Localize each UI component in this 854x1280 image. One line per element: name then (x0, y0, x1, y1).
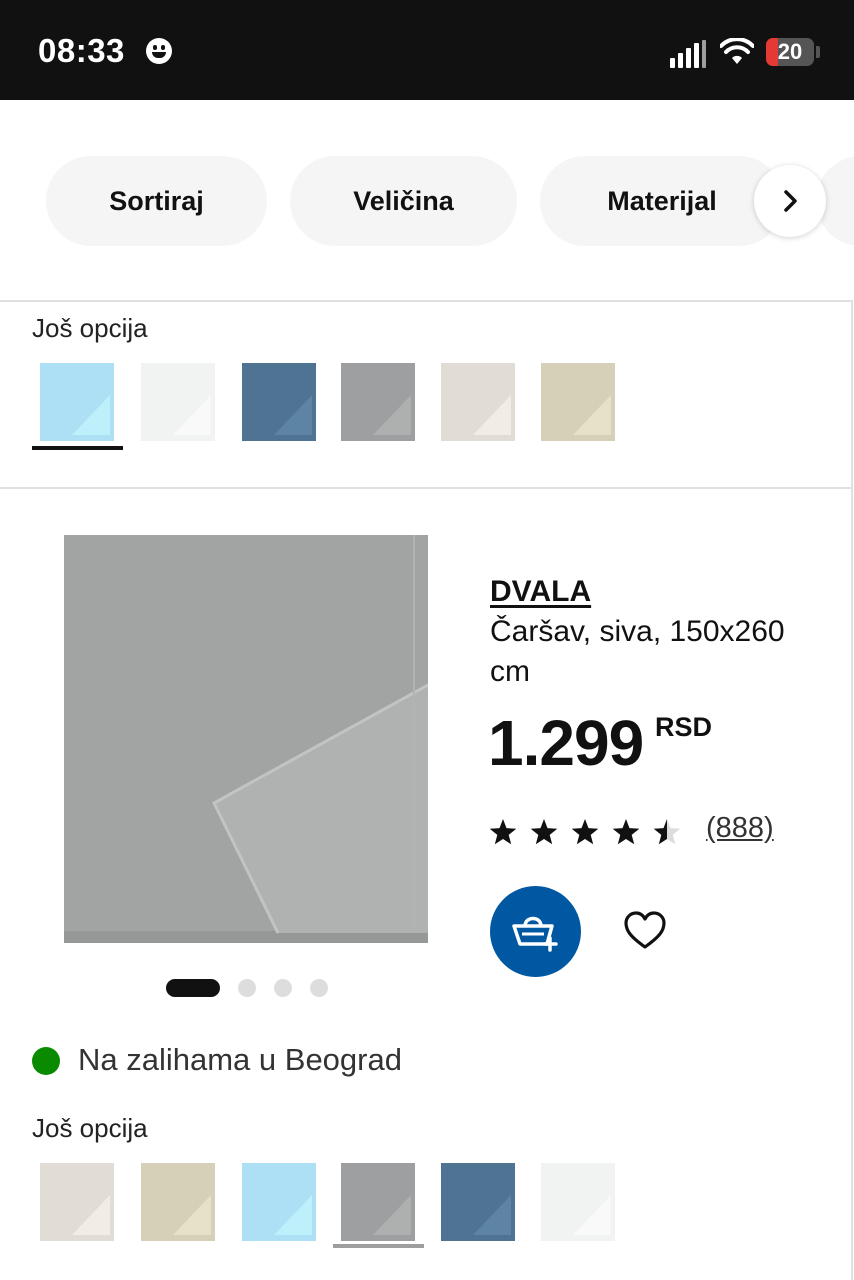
signal-icon (670, 40, 706, 68)
carousel-dot[interactable] (310, 979, 328, 997)
filter-size-button[interactable]: Veličina (290, 156, 517, 246)
color-swatch[interactable] (141, 1163, 215, 1241)
color-swatch[interactable] (441, 363, 515, 441)
carousel-dot[interactable] (166, 979, 220, 997)
divider (0, 487, 852, 489)
divider (0, 300, 852, 302)
heart-icon (624, 911, 666, 949)
swatch-fold (274, 1195, 312, 1235)
chevron-right-icon (784, 190, 797, 212)
color-swatch[interactable] (541, 1163, 615, 1241)
add-to-cart-button[interactable] (490, 886, 581, 977)
color-swatch[interactable] (341, 363, 415, 441)
star-icon (489, 819, 517, 845)
battery-icon: 20 (766, 38, 814, 66)
swatch-fold (473, 1195, 511, 1235)
more-options-label: Još opcija (32, 313, 148, 343)
color-swatch[interactable] (40, 363, 114, 441)
star-icon (612, 819, 640, 845)
stock-status-icon (32, 1047, 60, 1075)
swatch-fold (173, 1195, 211, 1235)
card-border (851, 300, 853, 1280)
review-count-link[interactable]: (888) (706, 812, 774, 845)
wifi-icon (720, 38, 754, 64)
swatch-fold (274, 395, 312, 435)
battery-tip (816, 46, 820, 58)
selected-swatch-indicator (333, 1244, 424, 1248)
swatch-fold (573, 1195, 611, 1235)
product-price: 1.299 (488, 707, 644, 779)
product-image[interactable] (64, 535, 428, 945)
swatch-fold (72, 1195, 110, 1235)
star-icon (530, 819, 558, 845)
product-name[interactable]: DVALA (490, 575, 591, 609)
selected-swatch-indicator (32, 446, 123, 450)
color-swatch[interactable] (242, 1163, 316, 1241)
color-swatch[interactable] (541, 363, 615, 441)
swatch-fold (373, 1195, 411, 1235)
product-description: Čaršav, siva, 150x260 cm (490, 615, 785, 688)
swatch-fold (72, 395, 110, 435)
swatch-fold (173, 395, 211, 435)
swatch-fold (373, 395, 411, 435)
color-swatch[interactable] (441, 1163, 515, 1241)
swatch-fold (473, 395, 511, 435)
add-to-basket-icon (511, 916, 558, 952)
filter-sort-button[interactable]: Sortiraj (46, 156, 267, 246)
star-icon (571, 819, 599, 845)
status-time: 08:33 (38, 32, 125, 69)
color-swatch[interactable] (242, 363, 316, 441)
star-icon (653, 819, 681, 845)
color-swatch[interactable] (341, 1163, 415, 1241)
carousel-dot[interactable] (274, 979, 292, 997)
battery-level: 20 (777, 39, 803, 64)
smiley-icon (146, 38, 172, 64)
stock-status-text: Na zalihama u Beograd (78, 1042, 402, 1077)
filter-material-button[interactable]: Materijal (540, 156, 784, 246)
rating-stars (489, 819, 681, 845)
price-currency: RSD (655, 712, 713, 742)
carousel-dot[interactable] (238, 979, 256, 997)
add-to-wishlist-button[interactable] (620, 906, 670, 956)
color-swatch[interactable] (40, 1163, 114, 1241)
swatch-fold (573, 395, 611, 435)
status-bar: 08:33 20 (0, 0, 854, 100)
scroll-right-button[interactable] (754, 165, 826, 237)
more-options-label: Još opcija (32, 1113, 148, 1143)
color-swatch[interactable] (141, 363, 215, 441)
